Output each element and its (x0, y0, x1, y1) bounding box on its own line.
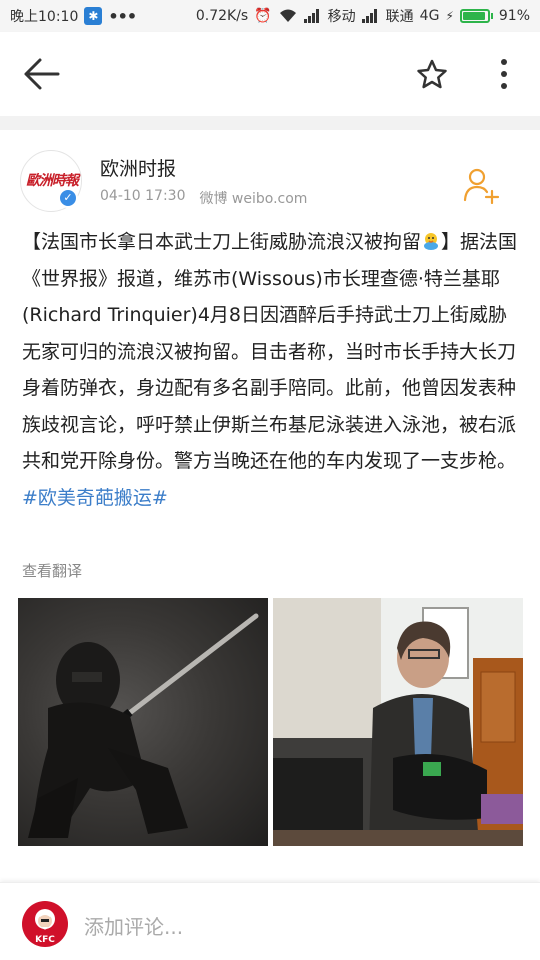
post-meta: 04-10 17:30 微博 weibo.com (100, 188, 307, 208)
top-toolbar (0, 32, 540, 116)
comment-bar: KFC 添加评论... (0, 882, 540, 960)
status-bar: 晚上10:10 ✱ ••• 0.72K/s ⏰ 移动 联通 4G ⚡ 91% (0, 0, 540, 32)
hashtag-link[interactable]: #欧美奇葩搬运# (22, 487, 168, 509)
arrow-left-icon (24, 58, 60, 90)
network-type: 4G (419, 8, 440, 24)
notification-app-icon: ✱ (84, 7, 103, 25)
comment-input[interactable]: 添加评论... (84, 911, 183, 940)
post-date: 04-10 17:30 (100, 188, 186, 204)
charging-icon: ⚡ (445, 9, 454, 23)
back-button[interactable] (22, 56, 62, 92)
post-image-2[interactable] (273, 598, 523, 846)
post-image-1[interactable] (18, 598, 268, 846)
post-source: 微博 weibo.com (199, 191, 308, 207)
vertical-dots-icon (501, 59, 507, 89)
more-options-button[interactable] (486, 54, 522, 94)
post-header: 歐洲時報 ✓ 欧洲时报 04-10 17:30 微博 weibo.com (0, 130, 540, 220)
ninja-illustration (28, 613, 259, 838)
carrier-1: 移动 (327, 9, 356, 25)
alarm-icon: ⏰ (254, 8, 272, 24)
man-photo-illustration (273, 598, 523, 846)
translate-link[interactable]: 查看翻译 (22, 560, 82, 581)
battery-icon (459, 9, 493, 23)
follow-button[interactable] (462, 166, 502, 205)
author-name[interactable]: 欧洲时报 (100, 154, 176, 181)
post-text-part1: 【法国市长拿日本武士刀上街威胁流浪汉被拘留 (22, 231, 422, 253)
more-notifications-icon: ••• (108, 6, 137, 26)
author-logo: 歐洲時報 (26, 173, 79, 189)
battery-percent: 91% (498, 8, 530, 24)
post-text-part2: 】据法国《世界报》报道，维苏市(Wissous)市长理查德·特兰基耶(Richa… (22, 231, 518, 472)
post-text: 【法国市长拿日本武士刀上街威胁流浪汉被拘留 】据法国《世界报》报道，维苏市(Wis… (22, 224, 522, 516)
status-time: 晚上10:10 (10, 9, 79, 25)
carrier-2: 联通 (385, 9, 414, 25)
kfc-logo-icon: KFC (35, 909, 55, 945)
section-divider (0, 116, 540, 130)
signal-icon-1 (303, 9, 322, 23)
user-avatar[interactable]: KFC (22, 901, 68, 947)
star-icon (417, 59, 447, 89)
duck-emoji-icon (424, 233, 439, 250)
add-user-icon (463, 168, 500, 205)
kfc-logo-text: KFC (35, 935, 55, 945)
signal-icon-2 (361, 9, 380, 23)
favorite-button[interactable] (412, 54, 452, 94)
verified-badge-icon: ✓ (58, 188, 78, 208)
wifi-icon (279, 9, 296, 22)
network-speed: 0.72K/s (195, 8, 249, 24)
